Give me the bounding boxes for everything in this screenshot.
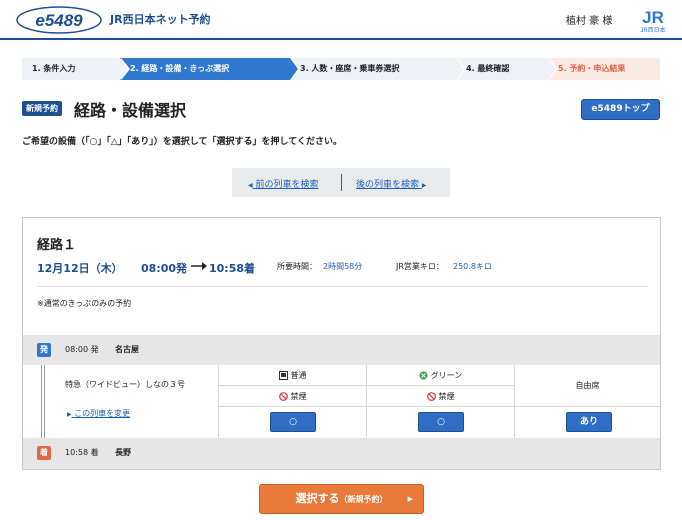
next-train-link[interactable]: 後の列車を検索 ▶: [356, 177, 427, 190]
route-title: 経路１: [37, 238, 77, 253]
duration-value: 2時間58分: [323, 262, 363, 271]
page-title: 経路・設備選択: [74, 101, 187, 120]
select-button[interactable]: 選択する（新規予約） ▶: [259, 484, 424, 514]
train-nav: ◀ 前の列車を検索 後の列車を検索 ▶: [232, 168, 450, 197]
train-track-line: [41, 365, 45, 438]
no-smoking-icon: [426, 392, 436, 401]
seat-column-unreserved: 自由席 あり: [514, 365, 660, 438]
progress-steps: 1. 条件入力 2. 経路・設備・きっぷ選択 3. 人数・座席・乗車券選択 4.…: [22, 58, 660, 80]
route-card: 経路１ 12月12日（木） 08:00発 10:58着 所要時間： 2時間58分…: [22, 217, 661, 470]
step-2-current: 2. 経路・設備・きっぷ選択: [120, 58, 300, 80]
new-reservation-badge: 新規予約: [22, 101, 62, 116]
smoking-cell: 禁煙: [367, 386, 514, 407]
no-smoking-icon: [278, 392, 288, 401]
arrival-row: 着 10:58 着 長野: [23, 438, 660, 469]
seat-column-ordinary: 普通 禁煙 ○: [218, 365, 366, 438]
site-title: JR西日本ネット予約: [110, 13, 211, 26]
prev-train-link[interactable]: ◀ 前の列車を検索: [248, 177, 319, 190]
seat-class-cell: 普通: [219, 365, 366, 386]
ordinary-car-icon: [278, 371, 288, 380]
triangle-right-icon: ▶: [407, 495, 413, 503]
seat-class-cell: グリーン: [367, 365, 514, 386]
select-unreserved-button[interactable]: あり: [566, 412, 612, 432]
change-train-link[interactable]: ▶ この列車を変更: [67, 408, 130, 419]
departure-row: 発 08:00 発 名古屋: [23, 335, 660, 365]
divider: [37, 286, 648, 287]
departure-time: 08:00 発: [65, 345, 99, 354]
e5489-logo[interactable]: e5489: [16, 6, 102, 34]
route-date: 12月12日（木）: [37, 262, 123, 275]
select-button-label: 選択する: [295, 492, 340, 505]
header: e5489 JR西日本ネット予約 植村 豪 様 JR JR西日本: [0, 0, 682, 40]
arrival-badge: 着: [37, 446, 51, 460]
logo-text: e5489: [35, 11, 83, 30]
step-1: 1. 条件入力: [22, 58, 130, 80]
distance-value: 250.8キロ: [453, 262, 492, 271]
select-green-button[interactable]: ○: [418, 412, 464, 432]
departure-badge: 発: [37, 343, 51, 357]
route-arrival-time: 10:58着: [209, 262, 256, 275]
route-departure-time: 08:00発: [141, 262, 188, 275]
green-car-icon: [419, 371, 428, 380]
step-3: 3. 人数・座席・乗車券選択: [290, 58, 466, 80]
ticket-note: ※通常のきっぷのみの予約: [37, 299, 132, 308]
arrival-time: 10:58 着: [65, 448, 99, 457]
svg-text:JR: JR: [642, 8, 664, 27]
select-button-sub: （新規予約）: [339, 495, 388, 504]
triangle-right-icon: ▶: [67, 411, 72, 418]
duration-label: 所要時間：: [277, 262, 317, 271]
instruction-text: ご希望の設備（「○」「△」「あり」）を選択して「選択する」を押してください。: [22, 137, 342, 147]
select-ordinary-button[interactable]: ○: [270, 412, 316, 432]
distance-label: JR営業キロ：: [396, 262, 444, 271]
smoking-cell: 禁煙: [219, 386, 366, 407]
user-name: 植村 豪 様: [566, 16, 613, 27]
arrival-station: 長野: [115, 448, 131, 457]
step-5: 5. 予約・申込結果: [548, 58, 660, 80]
nav-divider: [341, 174, 342, 191]
step-4: 4. 最終確認: [456, 58, 558, 80]
train-name: 特急（ワイドビュー）しなの３号: [65, 380, 185, 389]
arrow-right-icon: [191, 262, 207, 270]
train-row: 特急（ワイドビュー）しなの３号 ▶ この列車を変更 普通 禁煙 ○ グリーン 禁…: [23, 365, 660, 438]
triangle-right-icon: ▶: [421, 182, 427, 189]
e5489-top-button[interactable]: e5489トップ: [581, 99, 660, 120]
seat-column-green: グリーン 禁煙 ○: [366, 365, 514, 438]
seat-class-cell: 自由席: [515, 365, 660, 407]
jr-logo-text: JR西日本: [640, 26, 665, 34]
departure-station: 名古屋: [115, 345, 139, 354]
jr-west-logo: JR JR西日本: [640, 8, 665, 34]
triangle-left-icon: ◀: [248, 182, 253, 189]
